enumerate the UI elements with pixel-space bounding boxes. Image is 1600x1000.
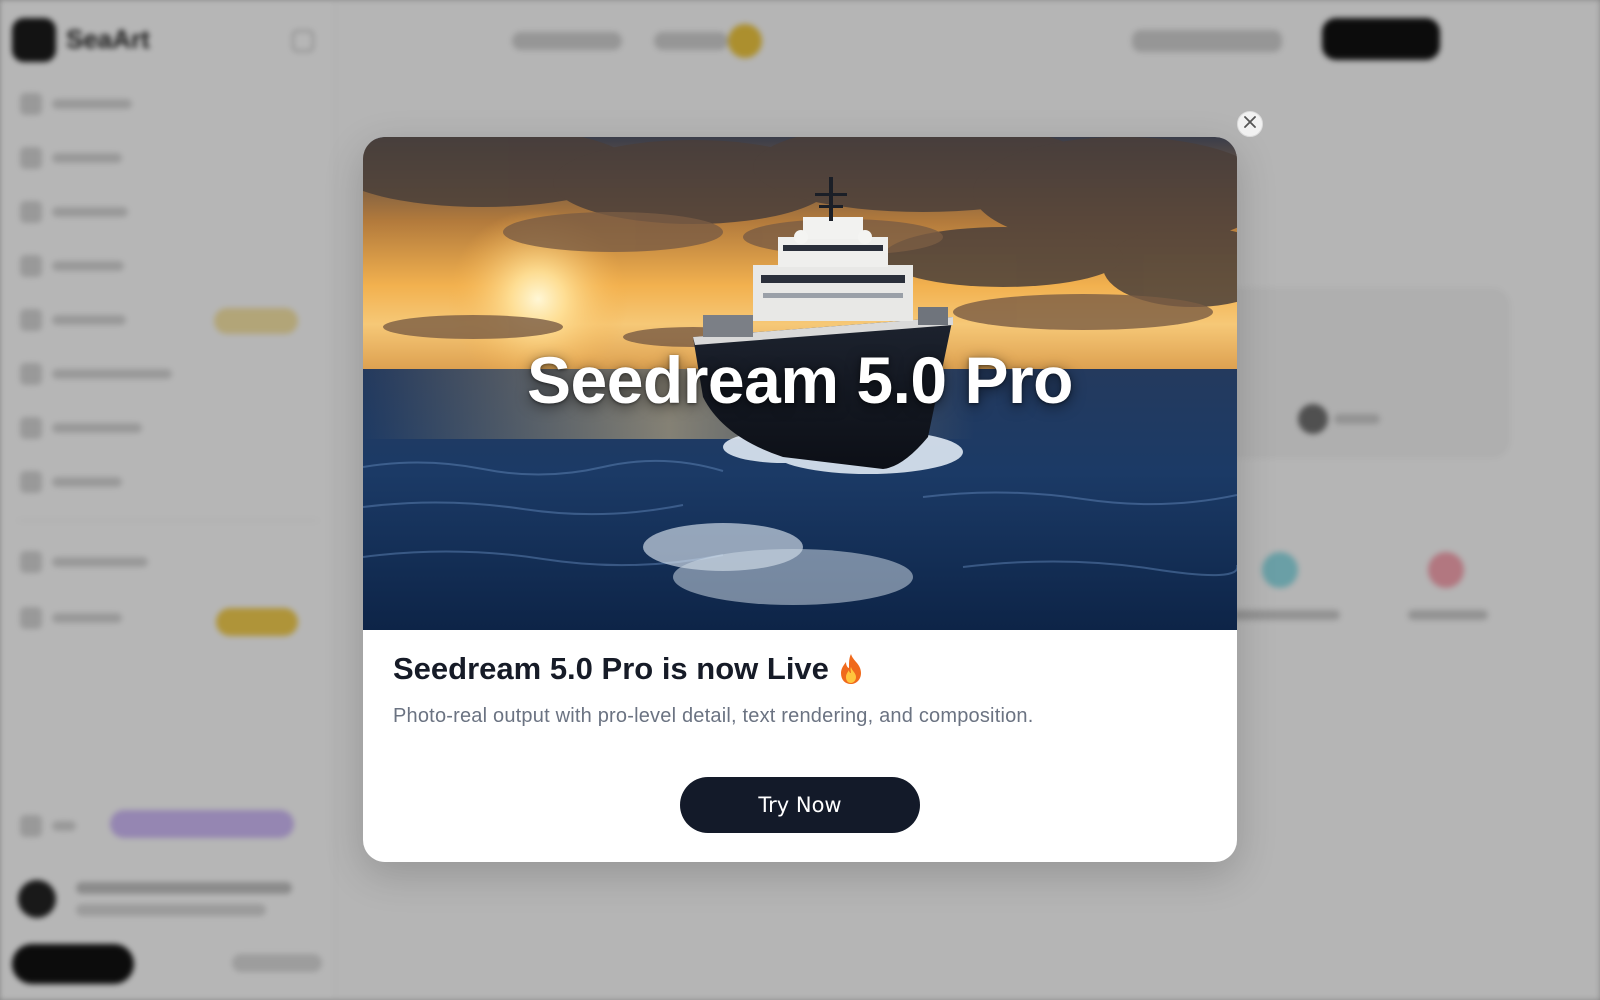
modal-heading: Seedream 5.0 Pro is now Live [393,651,1207,687]
close-modal-button[interactable] [1237,111,1263,137]
hero-image: Seedream 5.0 Pro [363,137,1237,630]
announcement-modal: Seedream 5.0 Pro Seedream 5.0 Pro is now… [363,137,1237,862]
hero-title: Seedream 5.0 Pro [527,343,1073,417]
fire-icon [837,653,865,685]
modal-description: Photo-real output with pro-level detail,… [393,705,1034,727]
close-icon [1243,115,1257,134]
try-now-button[interactable]: Try Now [680,777,920,833]
modal-heading-text: Seedream 5.0 Pro is now Live [393,651,829,686]
modal-body: Seedream 5.0 Pro is now Live Photo-real … [393,651,1207,728]
